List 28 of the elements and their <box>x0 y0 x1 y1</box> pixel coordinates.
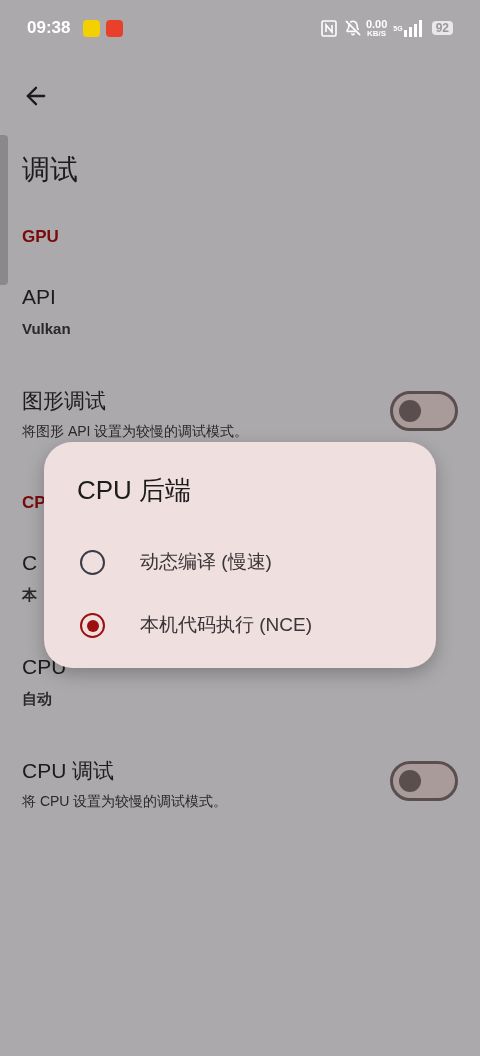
setting-value: 本 <box>22 585 37 605</box>
setting-description: 将图形 API 设置为较慢的调试模式。 <box>22 422 249 440</box>
setting-title[interactable]: CPU 调试 <box>22 757 115 785</box>
network-speed-unit: KB/S <box>367 29 387 38</box>
battery-indicator: 92 <box>431 21 453 35</box>
dialog-title: CPU 后端 <box>77 474 192 506</box>
section-header: GPU <box>22 226 59 249</box>
radio-button[interactable] <box>80 613 105 638</box>
setting-title[interactable]: C <box>22 549 38 577</box>
setting-title[interactable]: 图形调试 <box>22 387 106 415</box>
app-icon <box>83 19 101 37</box>
mute-icon <box>344 20 361 36</box>
setting-value: Vulkan <box>22 319 71 339</box>
network-speed: 0.00 <box>365 18 388 30</box>
status-time: 09:38 <box>27 17 71 40</box>
radio-option[interactable]: 本机代码执行 (NCE) <box>44 594 436 657</box>
section-header: CP <box>22 492 46 515</box>
setting-value: 自动 <box>22 689 52 709</box>
setting-description: 将 CPU 设置为较慢的调试模式。 <box>22 792 228 810</box>
nfc-icon <box>320 19 337 37</box>
toggle-switch[interactable] <box>390 761 458 801</box>
setting-title[interactable]: API <box>22 283 56 311</box>
page-title: 调试 <box>22 153 78 187</box>
toggle-switch[interactable] <box>390 391 458 431</box>
signal-icon <box>403 19 424 37</box>
radio-button[interactable] <box>80 550 105 575</box>
app-icon <box>106 19 124 37</box>
radio-option[interactable]: 动态编译 (慢速) <box>44 531 436 594</box>
